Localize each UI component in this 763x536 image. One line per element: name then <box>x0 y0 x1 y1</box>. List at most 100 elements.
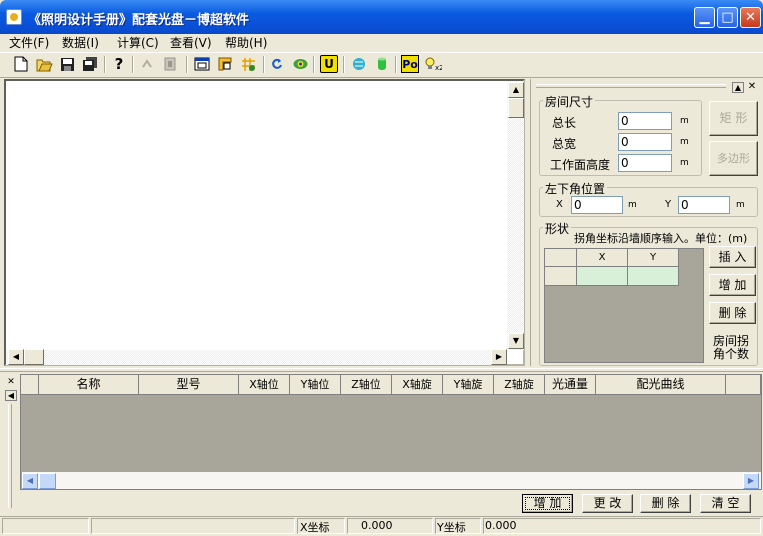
corner-y-input[interactable]: 0 <box>678 196 730 214</box>
work-height-label: 工作面高度 <box>550 158 611 172</box>
bottom-pane-collapse-icon[interactable]: ◀ <box>5 390 17 401</box>
column-header-y-rot[interactable]: Y轴旋 <box>443 375 494 395</box>
width-input[interactable]: 0 <box>618 133 672 151</box>
window-title: 《照明设计手册》配套光盘－博超软件 <box>28 13 250 28</box>
lamp-icon[interactable]: x2 <box>424 55 442 73</box>
close-button[interactable]: ✕ <box>740 7 761 28</box>
column-header-model[interactable]: 型号 <box>139 375 239 395</box>
delete-row-button[interactable]: 删 除 <box>640 494 691 513</box>
clear-button[interactable]: 清 空 <box>700 494 751 513</box>
horizontal-scroll-thumb[interactable] <box>24 349 44 365</box>
bottom-pane-gripper[interactable] <box>8 404 12 508</box>
length-unit: m <box>680 116 689 126</box>
add-corner-button[interactable]: 增 加 <box>709 274 756 296</box>
width-label: 总宽 <box>552 137 577 151</box>
table-corner-header <box>21 375 39 395</box>
frame-icon[interactable] <box>216 55 234 73</box>
app-icon[interactable] <box>6 9 22 25</box>
scroll-left-button[interactable]: ◀ <box>8 349 24 365</box>
maximize-button[interactable]: □ <box>717 7 738 28</box>
rectangle-button[interactable]: 矩 形 <box>709 101 758 136</box>
corner-x-label: X <box>556 199 563 210</box>
corner-y-unit: m <box>736 200 745 210</box>
grid-row-header[interactable] <box>545 267 577 286</box>
shape-hint: 拐角坐标沿墙顺序输入。单位：(m) <box>574 232 748 245</box>
column-header-z-pos[interactable]: Z轴位 <box>341 375 392 395</box>
panel-gripper[interactable] <box>536 84 726 88</box>
po-icon[interactable]: Po <box>401 55 419 73</box>
corner-count-label-line2: 角个数 <box>713 347 750 361</box>
canvas-vertical-scrollbar[interactable] <box>507 81 524 350</box>
toolbar-separator <box>343 56 345 73</box>
column-header-lumen[interactable]: 光通量 <box>545 375 596 395</box>
column-header-light-curve[interactable]: 配光曲线 <box>596 375 726 395</box>
menu-help[interactable]: 帮助(H) <box>225 35 267 51</box>
add-row-button[interactable]: 增 加 <box>522 494 573 513</box>
status-y-value: 0.000 <box>485 519 517 532</box>
canvas-horizontal-scrollbar[interactable] <box>6 350 507 365</box>
menu-calculate[interactable]: 计算(C) <box>117 35 159 51</box>
menu-bar <box>0 34 763 52</box>
toolbar-separator <box>132 56 134 73</box>
toolbar-separator <box>263 56 265 73</box>
corner-y-label: Y <box>665 199 672 210</box>
splitter[interactable] <box>0 368 763 372</box>
table-scroll-thumb[interactable] <box>39 473 56 489</box>
work-height-input[interactable]: 0 <box>618 154 672 172</box>
table-scroll-right-button[interactable]: ▶ <box>743 473 759 489</box>
width-unit: m <box>680 137 689 147</box>
cylinder-icon[interactable] <box>373 55 391 73</box>
u-icon[interactable]: U <box>320 55 338 73</box>
grid-corner-header <box>545 249 577 267</box>
help-icon[interactable]: ? <box>110 55 128 73</box>
length-input[interactable]: 0 <box>618 112 672 130</box>
menu-file[interactable]: 文件(F) <box>9 35 49 51</box>
shape-label: 形状 <box>543 220 572 237</box>
bottom-pane-close-icon[interactable]: ✕ <box>5 377 17 387</box>
menu-view[interactable]: 查看(V) <box>170 35 212 51</box>
save-all-icon[interactable] <box>81 55 99 73</box>
table-scroll-left-button[interactable]: ◀ <box>22 473 38 489</box>
panel-collapse-icon[interactable]: ▲ <box>732 82 744 93</box>
open-folder-icon[interactable] <box>35 55 53 73</box>
grid-header-y[interactable]: Y <box>628 249 679 267</box>
save-icon[interactable] <box>58 55 76 73</box>
column-header-x-rot[interactable]: X轴旋 <box>392 375 443 395</box>
status-x-label: X坐标 <box>300 521 330 534</box>
corner-position-label: 左下角位置 <box>543 180 608 197</box>
toolbar-separator <box>395 56 397 73</box>
vertical-scroll-thumb[interactable] <box>508 98 524 118</box>
grid-cell-y[interactable] <box>628 267 679 286</box>
eye-icon[interactable] <box>291 55 309 73</box>
grid-header-x[interactable]: X <box>577 249 628 267</box>
table-horizontal-scrollbar[interactable] <box>22 472 761 489</box>
refresh-icon[interactable] <box>268 55 286 73</box>
window-icon[interactable] <box>193 55 211 73</box>
polygon-button[interactable]: 多边形 <box>709 141 758 176</box>
undo-icon[interactable] <box>138 55 156 73</box>
delete-corner-button[interactable]: 删 除 <box>709 302 756 324</box>
minimize-button[interactable]: ▁ <box>694 7 715 28</box>
svg-text:x2: x2 <box>435 64 442 72</box>
insert-button[interactable]: 插 入 <box>709 246 756 268</box>
grid-cell-x[interactable] <box>577 267 628 286</box>
menu-data[interactable]: 数据(I) <box>62 35 99 51</box>
redo-icon[interactable] <box>161 55 179 73</box>
globe-icon[interactable] <box>350 55 368 73</box>
scroll-down-button[interactable]: ▼ <box>508 333 524 349</box>
length-label: 总长 <box>552 116 577 130</box>
column-header-name[interactable]: 名称 <box>39 375 139 395</box>
column-header-z-rot[interactable]: Z轴旋 <box>494 375 545 395</box>
column-header-x-pos[interactable]: X轴位 <box>239 375 290 395</box>
drawing-canvas[interactable] <box>4 79 525 366</box>
grid-icon[interactable] <box>239 55 257 73</box>
status-pane-y-value <box>483 518 761 534</box>
column-header-y-pos[interactable]: Y轴位 <box>290 375 341 395</box>
panel-close-icon[interactable]: ✕ <box>746 82 758 93</box>
status-x-value: 0.000 <box>361 519 393 532</box>
corner-x-input[interactable]: 0 <box>571 196 623 214</box>
scroll-up-button[interactable]: ▲ <box>508 82 524 98</box>
scroll-right-button[interactable]: ▶ <box>491 349 507 365</box>
new-file-icon[interactable] <box>12 55 30 73</box>
modify-row-button[interactable]: 更 改 <box>582 494 633 513</box>
